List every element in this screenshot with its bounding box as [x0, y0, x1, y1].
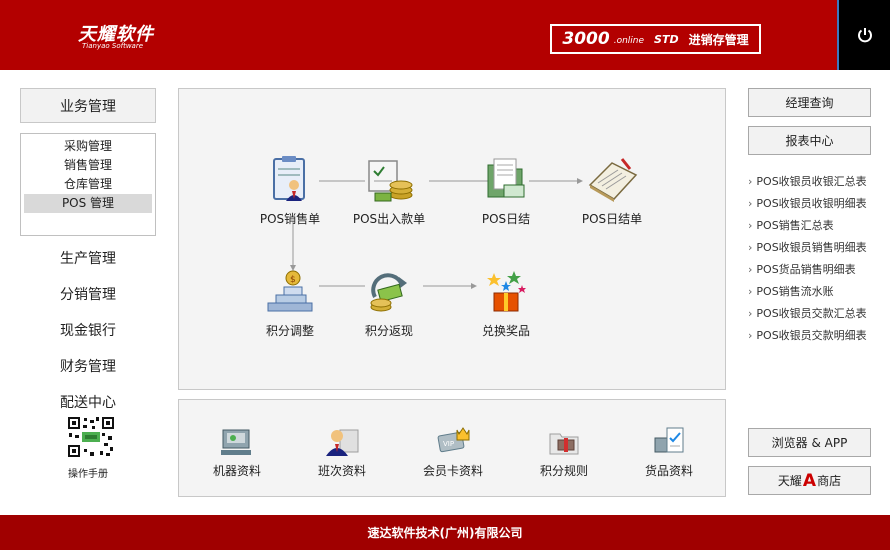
flow-label: POS日结 — [481, 212, 531, 226]
res-label: 班次资料 — [317, 464, 366, 478]
flow-points-cashback[interactable]: 积分返现 — [344, 267, 434, 339]
check-coins-icon — [368, 160, 413, 202]
left-sidebar: 业务管理 采购管理 销售管理 仓库管理 POS 管理 生产管理 分销管理 现金银… — [0, 70, 175, 515]
flow-redeem-prize[interactable]: 兑换奖品 — [461, 267, 551, 339]
flow-label: POS出入款单 — [352, 212, 426, 226]
product-edition: STD — [654, 32, 679, 46]
res-member-card-data[interactable]: VIP 会员卡资料 — [408, 424, 498, 479]
logo-subtitle: Tianyao Software — [82, 42, 144, 50]
base-data-panel: 机器资料 班次资料 VIP 会员卡资料 积分规则 货品资料 — [178, 399, 726, 497]
report-link[interactable]: › POS收银员收银汇总表 — [748, 171, 888, 193]
res-machine-data[interactable]: 机器资料 — [192, 424, 282, 479]
res-label: 机器资料 — [212, 464, 261, 478]
res-shift-data[interactable]: 班次资料 — [297, 424, 387, 479]
shop-prefix: 天耀 — [777, 474, 802, 488]
svg-text:$: $ — [290, 275, 296, 285]
res-goods-data[interactable]: 货品资料 — [624, 424, 714, 479]
flow-pos-sales[interactable]: POS销售单 — [245, 155, 335, 227]
vip-card-icon: VIP — [437, 427, 470, 453]
product-online: .online — [613, 36, 645, 46]
flow-label: 积分返现 — [364, 324, 413, 338]
browser-app-button[interactable]: 浏览器 & APP — [748, 428, 871, 457]
report-list: › POS收银员收银汇总表 › POS收银员收银明细表 › POS销售汇总表 › POS… — [748, 171, 888, 347]
flow-points-adjust[interactable]: $ 积分调整 — [245, 267, 335, 339]
nav-distribution[interactable]: 分销管理 — [20, 284, 156, 304]
top-header: 天耀软件 Tianyao Software 3000 .online STD 进… — [0, 0, 890, 70]
power-icon — [857, 28, 872, 43]
nav-finance[interactable]: 财务管理 — [20, 356, 156, 376]
report-link[interactable]: › POS收银员销售明细表 — [748, 237, 888, 259]
submenu-purchase[interactable]: 采购管理 — [24, 137, 152, 156]
points-folder-icon — [549, 433, 579, 455]
flow-label: 积分调整 — [265, 324, 314, 338]
product-name: 进销存管理 — [688, 32, 749, 47]
tianyao-shop-button[interactable]: 天耀 A 商店 — [748, 466, 871, 495]
report-link[interactable]: › POS销售流水账 — [748, 281, 888, 303]
nav-production[interactable]: 生产管理 — [20, 248, 156, 268]
machine-icon — [221, 429, 251, 455]
report-link[interactable]: › POS收银员交款明细表 — [748, 325, 888, 347]
product-number: 3000 — [562, 29, 610, 49]
nav-cash-bank[interactable]: 现金银行 — [20, 320, 156, 340]
flow-pos-daily-close[interactable]: POS日结 — [461, 155, 551, 227]
flow-connectors — [290, 178, 583, 289]
report-link[interactable]: › POS销售汇总表 — [748, 215, 888, 237]
business-submenu: 采购管理 销售管理 仓库管理 POS 管理 — [20, 133, 156, 236]
submenu-warehouse[interactable]: 仓库管理 — [24, 175, 152, 194]
shop-logo-mark: A — [802, 470, 817, 491]
res-label: 货品资料 — [644, 464, 693, 478]
flow-label: 兑换奖品 — [481, 324, 530, 338]
footer: 速达软件技术(广州)有限公司 — [0, 515, 890, 550]
report-center-button[interactable]: 报表中心 — [748, 126, 871, 155]
nav-delivery-center[interactable]: 配送中心 — [20, 392, 156, 412]
qr-code-icon[interactable] — [66, 415, 116, 459]
manual-label[interactable]: 操作手册 — [40, 465, 136, 480]
power-button[interactable] — [837, 0, 890, 70]
flow-label: POS日结单 — [581, 212, 643, 226]
goods-checklist-icon — [654, 427, 684, 453]
res-points-rule[interactable]: 积分规则 — [519, 424, 609, 479]
stair-coins-icon: $ — [267, 270, 313, 312]
flow-label: POS销售单 — [259, 212, 321, 226]
shop-suffix: 商店 — [817, 474, 842, 488]
res-label: 会员卡资料 — [422, 464, 483, 478]
svg-text:VIP: VIP — [443, 440, 454, 448]
flow-pos-cash-in-out[interactable]: POS出入款单 — [344, 155, 434, 227]
flow-pos-daily-close-form[interactable]: POS日结单 — [567, 155, 657, 227]
cash-return-icon — [370, 273, 407, 312]
clipboard-person-icon — [273, 156, 305, 201]
manager-query-button[interactable]: 经理查询 — [748, 88, 871, 117]
report-link[interactable]: › POS收银员交款汇总表 — [748, 303, 888, 325]
submenu-pos[interactable]: POS 管理 — [24, 194, 152, 213]
folder-receipt-icon — [487, 158, 525, 198]
staff-shift-icon — [326, 429, 359, 456]
business-management-button[interactable]: 业务管理 — [20, 88, 156, 123]
pos-flow-panel: POS销售单 POS出入款单 POS日结 POS日结单 $ 积分调整 积分返现 … — [178, 88, 726, 390]
res-label: 积分规则 — [539, 464, 588, 478]
submenu-sales[interactable]: 销售管理 — [24, 156, 152, 175]
company-name: 速达软件技术(广州)有限公司 — [367, 526, 523, 540]
report-link[interactable]: › POS收银员收银明细表 — [748, 193, 888, 215]
notebook-icon — [588, 158, 638, 202]
product-banner: 3000 .online STD 进销存管理 — [550, 24, 761, 54]
report-link[interactable]: › POS货品销售明细表 — [748, 259, 888, 281]
gift-stars-icon — [487, 271, 526, 312]
